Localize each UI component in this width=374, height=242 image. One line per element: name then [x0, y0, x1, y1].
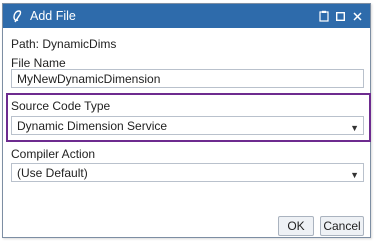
file-name-value: MyNewDynamicDimension — [17, 72, 161, 86]
window-title: Add File — [30, 9, 76, 23]
window-controls — [315, 4, 366, 28]
clipboard-icon[interactable] — [315, 4, 332, 28]
app-logo-icon — [10, 9, 24, 23]
compiler-action-select[interactable]: (Use Default) ▼ — [11, 163, 364, 182]
file-name-input[interactable]: MyNewDynamicDimension — [11, 69, 364, 88]
path-label: Path: — [11, 37, 40, 51]
ok-button[interactable]: OK — [278, 216, 314, 236]
file-name-label: File Name — [11, 56, 66, 70]
add-file-dialog: Add File Path: DynamicDims File Name MyN… — [2, 3, 371, 238]
path-row: Path: DynamicDims — [11, 37, 116, 51]
compiler-action-value: (Use Default) — [17, 166, 88, 180]
compiler-action-label: Compiler Action — [11, 147, 96, 161]
source-code-type-label: Source Code Type — [11, 99, 111, 113]
title-bar: Add File — [3, 4, 370, 28]
dropdown-arrow-icon: ▼ — [350, 170, 359, 180]
maximize-icon[interactable] — [332, 4, 349, 28]
close-icon[interactable] — [349, 4, 366, 28]
source-code-type-value: Dynamic Dimension Service — [17, 119, 168, 133]
dropdown-arrow-icon: ▼ — [350, 123, 359, 133]
cancel-button[interactable]: Cancel — [320, 216, 364, 236]
source-code-type-select[interactable]: Dynamic Dimension Service ▼ — [11, 116, 364, 135]
path-value: DynamicDims — [42, 37, 117, 51]
